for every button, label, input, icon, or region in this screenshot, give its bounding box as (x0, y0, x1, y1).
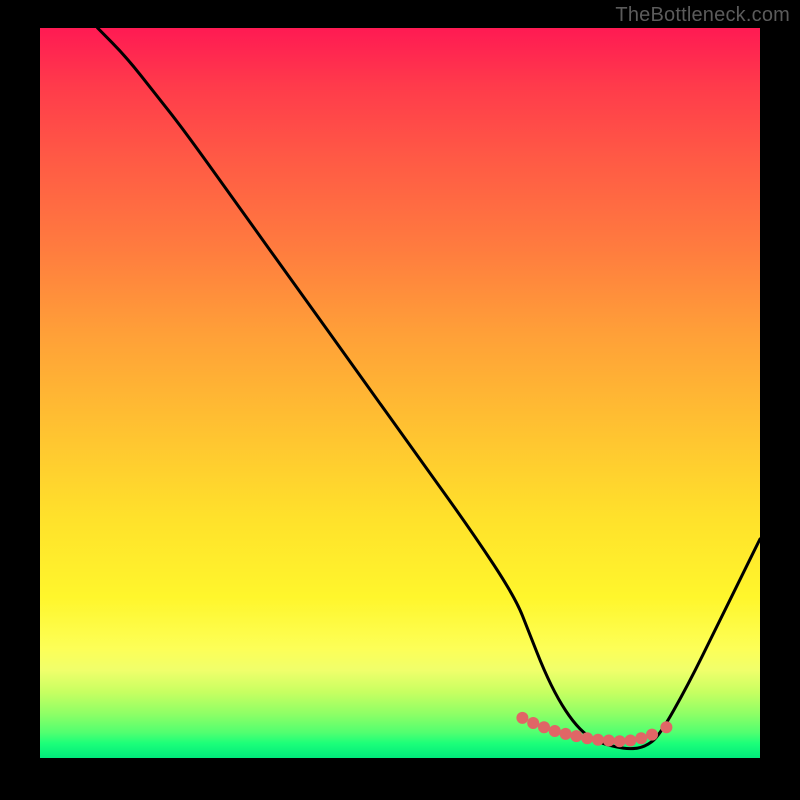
dot (660, 721, 672, 733)
dots-svg (40, 28, 760, 758)
dot (614, 735, 626, 747)
watermark-text: TheBottleneck.com (615, 4, 790, 27)
chart-container: TheBottleneck.com (0, 0, 800, 800)
dot (570, 730, 582, 742)
dot (549, 725, 561, 737)
dot (603, 735, 615, 747)
dot (516, 712, 528, 724)
dot (581, 732, 593, 744)
dot (527, 717, 539, 729)
dot (624, 735, 636, 747)
dot (646, 729, 658, 741)
dot (538, 721, 550, 733)
dot (635, 732, 647, 744)
plot-area (40, 28, 760, 758)
dot (592, 734, 604, 746)
dot-cluster (516, 712, 672, 747)
dot (560, 728, 572, 740)
